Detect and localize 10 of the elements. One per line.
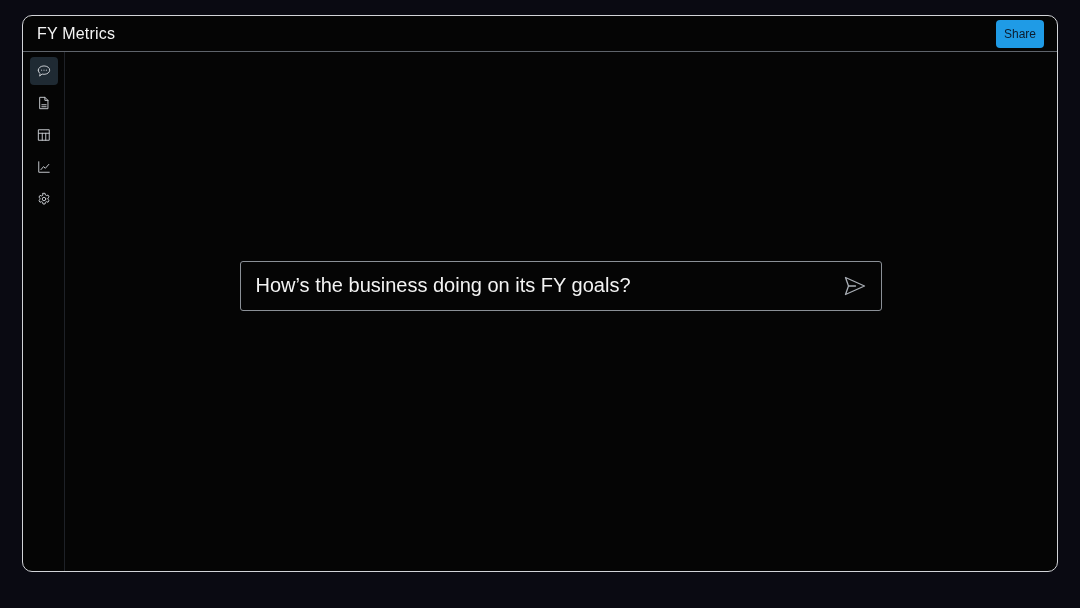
sidebar-item[interactable] bbox=[30, 57, 58, 85]
speech-bubble-icon bbox=[37, 64, 51, 78]
table-icon bbox=[37, 128, 51, 142]
share-button[interactable]: Share bbox=[995, 19, 1044, 48]
window-title: FY Metrics bbox=[37, 24, 116, 43]
prompt-input[interactable]: How’s the business doing on its FY goals? bbox=[239, 260, 882, 311]
line-chart-icon bbox=[37, 160, 51, 174]
document-icon bbox=[37, 96, 51, 110]
send-icon bbox=[843, 275, 866, 296]
settings-icon bbox=[37, 192, 51, 206]
